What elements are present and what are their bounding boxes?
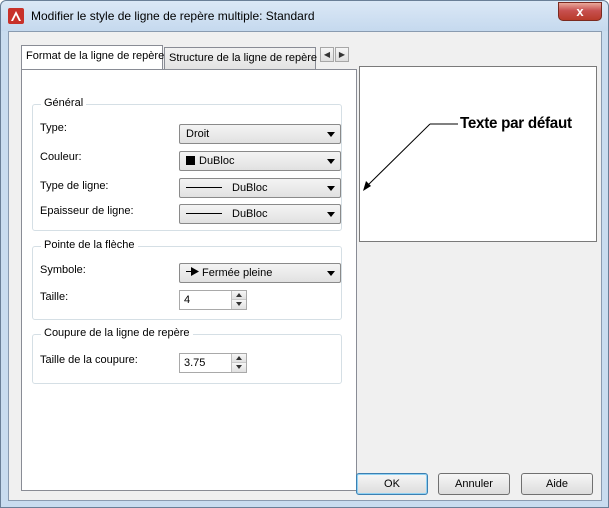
chevron-down-icon xyxy=(327,186,335,191)
arrow-size-decrement-button[interactable] xyxy=(232,300,246,309)
spin-up-icon xyxy=(236,293,242,297)
group-leader-break: Coupure de la ligne de repère Taille de … xyxy=(32,327,342,384)
lineweight-dropdown[interactable]: DuBloc xyxy=(179,204,341,224)
line-sample-icon xyxy=(186,213,222,214)
symbol-label: Symbole: xyxy=(40,264,86,276)
spin-down-icon xyxy=(236,302,242,306)
linetype-label: Type de ligne: xyxy=(40,180,109,192)
window-title: Modifier le style de ligne de repère mul… xyxy=(31,9,315,23)
break-size-stepper[interactable]: 3.75 xyxy=(179,353,247,373)
ok-button[interactable]: OK xyxy=(356,473,428,495)
spin-down-icon xyxy=(236,365,242,369)
break-size-increment-button[interactable] xyxy=(232,354,246,363)
color-value: DuBloc xyxy=(199,155,235,167)
dialog-window: Modifier le style de ligne de repère mul… xyxy=(0,0,609,508)
tab-scroll-right-icon[interactable]: ▶ xyxy=(335,47,349,62)
group-arrowhead: Pointe de la flèche Symbole: Fermée plei… xyxy=(32,239,342,320)
dialog-client-area: Format de la ligne de repère Structure d… xyxy=(8,31,602,501)
type-value: Droit xyxy=(186,128,210,140)
chevron-down-icon xyxy=(327,132,335,137)
linetype-dropdown[interactable]: DuBloc xyxy=(179,178,341,198)
chevron-down-icon xyxy=(327,271,335,276)
break-size-value: 3.75 xyxy=(184,357,206,369)
arrow-size-stepper[interactable]: 4 xyxy=(179,290,247,310)
group-general-legend: Général xyxy=(41,97,87,109)
tab-panel-leader-format: Général Type: Droit Couleur: DuBloc Type… xyxy=(21,69,357,491)
tab-leader-structure-label: Structure de la ligne de repère xyxy=(169,52,317,64)
symbol-value: Fermée pleine xyxy=(202,267,273,279)
symbol-dropdown[interactable]: Fermée pleine xyxy=(179,263,341,283)
arrow-size-value: 4 xyxy=(184,294,191,306)
cancel-button[interactable]: Annuler xyxy=(438,473,510,495)
type-dropdown[interactable]: Droit xyxy=(179,124,341,144)
title-bar[interactable]: Modifier le style de ligne de repère mul… xyxy=(1,1,608,31)
line-sample-icon xyxy=(186,187,222,188)
close-icon: x xyxy=(576,4,584,19)
group-arrowhead-legend: Pointe de la flèche xyxy=(41,239,138,251)
spin-up-icon xyxy=(236,356,242,360)
lineweight-value: DuBloc xyxy=(232,208,268,220)
tab-leader-structure[interactable]: Structure de la ligne de repère xyxy=(164,47,317,69)
break-size-label: Taille de la coupure: xyxy=(40,354,138,366)
color-label: Couleur: xyxy=(40,151,82,163)
tab-leader-format-label: Format de la ligne de repère xyxy=(26,50,165,62)
group-general: Général Type: Droit Couleur: DuBloc Type… xyxy=(32,97,342,231)
chevron-down-icon xyxy=(327,212,335,217)
tab-scroll-left-icon[interactable]: ◀ xyxy=(320,47,334,62)
close-button[interactable]: x xyxy=(558,2,602,21)
chevron-down-icon xyxy=(327,159,335,164)
color-swatch-icon xyxy=(186,156,195,165)
type-label: Type: xyxy=(40,122,67,134)
closed-filled-arrow-icon xyxy=(186,267,200,279)
help-button[interactable]: Aide xyxy=(521,473,593,495)
autocad-app-icon xyxy=(8,8,24,24)
lineweight-label: Epaisseur de ligne: xyxy=(40,205,134,217)
arrow-size-label: Taille: xyxy=(40,291,69,303)
tab-leader-format[interactable]: Format de la ligne de repère xyxy=(21,45,165,69)
arrow-size-increment-button[interactable] xyxy=(232,291,246,300)
leader-preview-drawing xyxy=(363,123,458,191)
linetype-value: DuBloc xyxy=(232,182,268,194)
color-dropdown[interactable]: DuBloc xyxy=(179,151,341,171)
preview-text: Texte par défaut xyxy=(460,115,572,132)
group-leader-break-legend: Coupure de la ligne de repère xyxy=(41,327,193,339)
break-size-decrement-button[interactable] xyxy=(232,363,246,372)
leader-preview: Texte par défaut xyxy=(359,66,597,242)
